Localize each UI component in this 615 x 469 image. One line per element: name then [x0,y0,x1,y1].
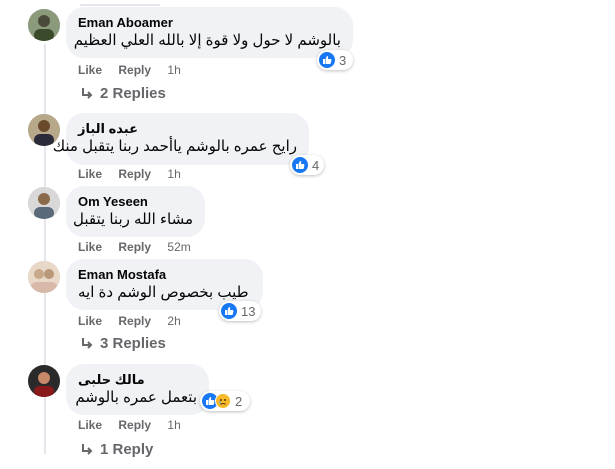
comment-time[interactable]: 52m [167,240,190,254]
reply-button[interactable]: Reply [118,167,151,181]
reaction-count: 3 [339,52,347,68]
thread-line-top [80,0,160,6]
comment-text: بتعمل عمره بالوشم [75,389,197,406]
comment-time[interactable]: 1h [167,167,180,181]
thumbs-up-icon [319,52,335,68]
view-replies-button[interactable]: 2 Replies [80,84,166,104]
avatar[interactable] [28,187,60,219]
reaction-summary[interactable]: 13 [219,301,261,321]
reaction-count: 13 [241,303,256,319]
reply-arrow-icon [82,88,93,99]
reaction-count: 2 [235,393,243,409]
replies-label: 1 Reply [100,441,154,458]
thread-line-last [44,396,46,452]
comment-bubble: عبده الباز رايح عمره بالوشم ياأحمد ربنا … [52,113,309,165]
comment-actions: Like Reply 1h [78,166,181,182]
reply-button[interactable]: Reply [118,63,151,77]
comment-text: رايح عمره بالوشم ياأحمد ربنا يتقبل منك [52,138,297,155]
like-button[interactable]: Like [78,63,102,77]
comment-author[interactable]: مالك حلبى [78,372,197,388]
comment-text: طيب بخصوص الوشم دة ايه [78,284,249,301]
thumbs-up-icon [221,303,237,319]
reaction-count: 4 [312,157,320,173]
comment-bubble: Om Yeseen مشاء الله ربنا يتقبل [66,186,205,237]
reaction-summary[interactable]: 2 [200,391,250,411]
comment-bubble: Eman Aboamer بالوشم لا حول ولا قوة إلا ب… [66,7,353,58]
like-button[interactable]: Like [78,418,102,432]
comment-actions: Like Reply 52m [78,239,191,255]
reaction-summary[interactable]: 4 [290,155,324,175]
avatar[interactable] [28,261,60,293]
replies-label: 2 Replies [100,85,166,102]
comment-actions: Like Reply 1h [78,417,181,433]
comment-bubble: مالك حلبى بتعمل عمره بالوشم [66,364,209,415]
comment-author[interactable]: Eman Mostafa [78,267,251,283]
comment-text: مشاء الله ربنا يتقبل [73,211,193,228]
reply-button[interactable]: Reply [118,418,151,432]
comment-actions: Like Reply 1h [78,62,181,78]
reply-button[interactable]: Reply [118,314,151,328]
comment-actions: Like Reply 2h [78,313,181,329]
reply-button[interactable]: Reply [118,240,151,254]
comment-time[interactable]: 1h [167,63,180,77]
comment-author[interactable]: Om Yeseen [78,194,193,210]
reaction-summary[interactable]: 3 [317,50,353,70]
like-button[interactable]: Like [78,240,102,254]
like-button[interactable]: Like [78,167,102,181]
reply-arrow-icon [82,444,93,455]
avatar[interactable] [28,365,60,397]
sad-face-icon [215,393,231,409]
reply-arrow-icon [82,338,93,349]
avatar[interactable] [28,9,60,41]
comment-author[interactable]: Eman Aboamer [78,15,341,31]
comment-text: بالوشم لا حول ولا قوة إلا بالله العلي ال… [73,32,341,49]
comment-time[interactable]: 2h [167,314,180,328]
view-replies-button[interactable]: 1 Reply [80,440,153,460]
view-replies-button[interactable]: 3 Replies [80,334,166,354]
comment-time[interactable]: 1h [167,418,180,432]
thumbs-up-icon [292,157,308,173]
like-button[interactable]: Like [78,314,102,328]
replies-label: 3 Replies [100,335,166,352]
comment-author[interactable]: عبده الباز [78,121,297,137]
